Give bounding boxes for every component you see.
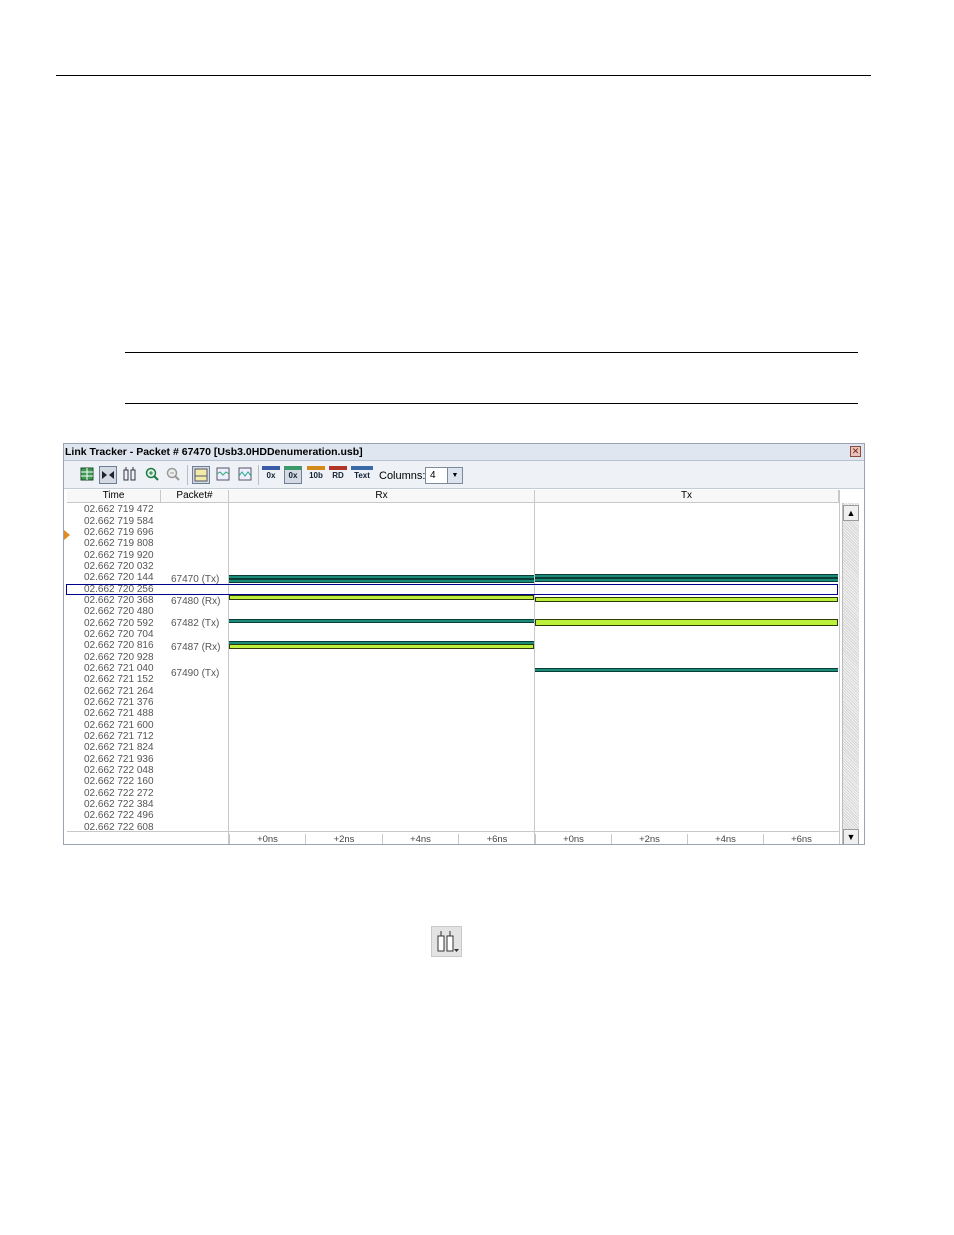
time-cell: 02.662 722 496 [84, 810, 154, 821]
packet-label[interactable]: 67487 (Rx) [171, 642, 220, 653]
tick-label: +2ns [611, 834, 687, 844]
zoom-in-icon[interactable] [143, 466, 161, 484]
chevron-down-icon[interactable]: ▼ [447, 468, 462, 483]
hex-icon[interactable]: 0x [262, 466, 280, 484]
time-cell: 02.662 720 144 [84, 572, 154, 583]
time-cell: 02.662 719 696 [84, 527, 154, 538]
time-cell: 02.662 721 376 [84, 697, 154, 708]
packet-bar-rx[interactable] [229, 595, 534, 600]
time-cell: 02.662 721 488 [84, 708, 154, 719]
packet-bar-tx[interactable] [535, 578, 838, 582]
columns-label: Columns: [379, 470, 426, 482]
columns-adjust-icon[interactable] [431, 926, 462, 957]
tick-label: +4ns [687, 834, 763, 844]
column-divider [534, 502, 535, 844]
tick-label: +6ns [763, 834, 839, 844]
rd-icon[interactable]: RD [329, 466, 347, 484]
time-cell: 02.662 722 384 [84, 799, 154, 810]
packet-label[interactable]: 67480 (Rx) [171, 596, 220, 607]
column-divider [228, 502, 229, 844]
header-packet[interactable]: Packet# [161, 490, 229, 502]
view-mode-3-icon[interactable] [236, 466, 254, 484]
hex-scrambled-icon[interactable]: 0x [284, 466, 302, 484]
time-cell: 02.662 720 480 [84, 606, 154, 617]
toolbar: 0x 0x 10b RD Text Columns: 4 ▼ [64, 461, 864, 489]
bookmark-marker [64, 530, 70, 540]
packet-bar-tx[interactable] [535, 597, 838, 602]
grid-view-icon[interactable] [78, 466, 96, 484]
tick-label: +0ns [535, 834, 611, 844]
toolbar-separator [187, 465, 188, 485]
tick-label: +0ns [229, 834, 305, 844]
text-icon[interactable]: Text [351, 466, 373, 484]
page-top-rule [56, 75, 871, 76]
time-cell: 02.662 722 272 [84, 788, 154, 799]
zoom-out-icon[interactable] [164, 466, 182, 484]
packet-label[interactable]: 67482 (Tx) [171, 618, 219, 629]
header-tx[interactable]: Tx [535, 490, 839, 502]
time-cell: 02.662 722 160 [84, 776, 154, 787]
columns-value: 4 [430, 470, 436, 481]
note-bottom-rule [125, 403, 858, 404]
packet-bar-tx[interactable] [535, 619, 838, 626]
time-cell: 02.662 719 584 [84, 516, 154, 527]
view-mode-2-icon[interactable] [214, 466, 232, 484]
time-cell: 02.662 720 032 [84, 561, 154, 572]
packet-bar-tx[interactable] [535, 668, 838, 672]
columns-select[interactable]: 4 ▼ [425, 467, 463, 484]
packet-label[interactable]: 67470 (Tx) [171, 574, 219, 585]
time-cell: 02.662 719 808 [84, 538, 154, 549]
packet-label[interactable]: 67490 (Tx) [171, 668, 219, 679]
time-cell: 02.662 722 048 [84, 765, 154, 776]
time-cell: 02.662 721 936 [84, 754, 154, 765]
time-cell: 02.662 720 368 [84, 595, 154, 606]
column-divider [839, 490, 840, 844]
toolbar-separator [258, 465, 259, 485]
packet-bar-rx[interactable] [229, 644, 534, 649]
time-cell: 02.662 721 040 [84, 663, 154, 674]
time-cell: 02.662 721 264 [84, 686, 154, 697]
time-cell: 02.662 721 824 [84, 742, 154, 753]
time-cell: 02.662 721 152 [84, 674, 154, 685]
header-rx[interactable]: Rx [229, 490, 535, 502]
scroll-up-icon[interactable]: ▲ [843, 505, 859, 521]
header-divider [67, 502, 839, 503]
time-cell: 02.662 719 472 [84, 504, 154, 515]
10b-icon[interactable]: 10b [307, 466, 325, 484]
close-icon[interactable]: ✕ [850, 446, 861, 457]
time-cell: 02.662 721 712 [84, 731, 154, 742]
scroll-down-icon[interactable]: ▼ [843, 829, 859, 844]
header-time[interactable]: Time [67, 490, 161, 502]
tick-label: +2ns [305, 834, 382, 844]
time-cell: 02.662 720 928 [84, 652, 154, 663]
packet-bar-rx[interactable] [229, 579, 534, 583]
note-top-rule [125, 352, 858, 353]
window-title: Link Tracker - Packet # 67470 [Usb3.0HDD… [65, 446, 363, 458]
link-tracker-window: Link Tracker - Packet # 67470 [Usb3.0HDD… [63, 443, 865, 845]
packet-bar-rx[interactable] [229, 619, 534, 623]
time-cell: 02.662 720 256 [84, 584, 154, 595]
time-cell: 02.662 719 920 [84, 550, 154, 561]
tick-label: +4ns [382, 834, 458, 844]
view-mode-1-icon[interactable] [192, 466, 210, 484]
sync-icon[interactable] [99, 466, 117, 484]
time-cell: 02.662 720 816 [84, 640, 154, 651]
tick-label: +6ns [458, 834, 535, 844]
time-cell: 02.662 720 704 [84, 629, 154, 640]
selected-row[interactable] [66, 584, 838, 595]
vertical-scrollbar[interactable]: ▲ ▼ [842, 503, 859, 844]
columns-adjust-icon[interactable] [121, 466, 139, 484]
title-bar: Link Tracker - Packet # 67470 [Usb3.0HDD… [64, 444, 864, 461]
time-cell: 02.662 720 592 [84, 618, 154, 629]
time-cell: 02.662 721 600 [84, 720, 154, 731]
